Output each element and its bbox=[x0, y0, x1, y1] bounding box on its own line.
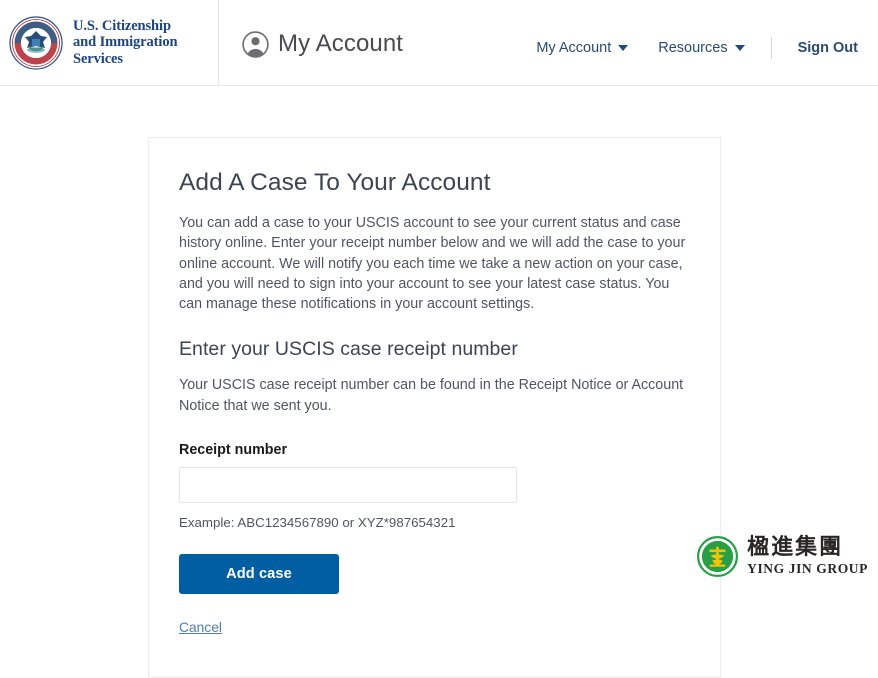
cancel-link[interactable]: Cancel bbox=[179, 620, 222, 635]
section-paragraph: Your USCIS case receipt number can be fo… bbox=[179, 377, 684, 414]
page-body: Add A Case To Your Account You can add a… bbox=[0, 86, 878, 678]
chevron-down-icon bbox=[734, 45, 745, 51]
agency-name: U.S. Citizenship and Immigration Service… bbox=[73, 17, 178, 68]
agency-name-line1: U.S. Citizenship bbox=[73, 17, 171, 34]
watermark-english-name: YING JIN GROUP bbox=[747, 561, 868, 577]
watermark-chinese-name: 楹進集團 bbox=[747, 535, 844, 561]
page-title: Add A Case To Your Account bbox=[179, 169, 491, 196]
sign-out-link[interactable]: Sign Out bbox=[798, 40, 858, 56]
nav-item-resources-label: Resources bbox=[658, 40, 728, 56]
receipt-number-label: Receipt number bbox=[179, 442, 288, 459]
nav-divider bbox=[770, 37, 772, 59]
section-heading: Enter your USCIS case receipt number bbox=[179, 338, 518, 361]
user-avatar-icon bbox=[242, 30, 269, 58]
my-account-title-text: My Account bbox=[278, 30, 404, 57]
watermark: 楹進集團 YING JIN GROUP bbox=[697, 536, 868, 577]
header-navigation: My Account Resources Sign Out bbox=[536, 37, 858, 59]
my-account-title: My Account bbox=[242, 30, 403, 58]
agency-brand[interactable]: U.S. Citizenship and Immigration Service… bbox=[0, 0, 219, 85]
nav-item-my-account-label: My Account bbox=[536, 40, 612, 56]
receipt-example-text: Example: ABC1234567890 or XYZ*987654321 bbox=[179, 515, 456, 531]
site-header: U.S. Citizenship and Immigration Service… bbox=[0, 0, 878, 86]
add-case-button[interactable]: Add case bbox=[179, 554, 339, 595]
dhs-seal-icon bbox=[8, 15, 64, 71]
agency-name-line3: Services bbox=[73, 50, 123, 67]
chevron-down-icon bbox=[618, 45, 629, 51]
ying-jin-group-logo-icon bbox=[697, 536, 739, 577]
nav-item-resources[interactable]: Resources bbox=[658, 40, 745, 56]
intro-paragraph: You can add a case to your USCIS account… bbox=[179, 215, 686, 313]
add-case-card: Add A Case To Your Account You can add a… bbox=[148, 137, 721, 678]
nav-item-my-account[interactable]: My Account bbox=[536, 40, 629, 56]
receipt-number-input[interactable] bbox=[179, 467, 517, 504]
agency-name-line2: and Immigration bbox=[73, 34, 178, 51]
